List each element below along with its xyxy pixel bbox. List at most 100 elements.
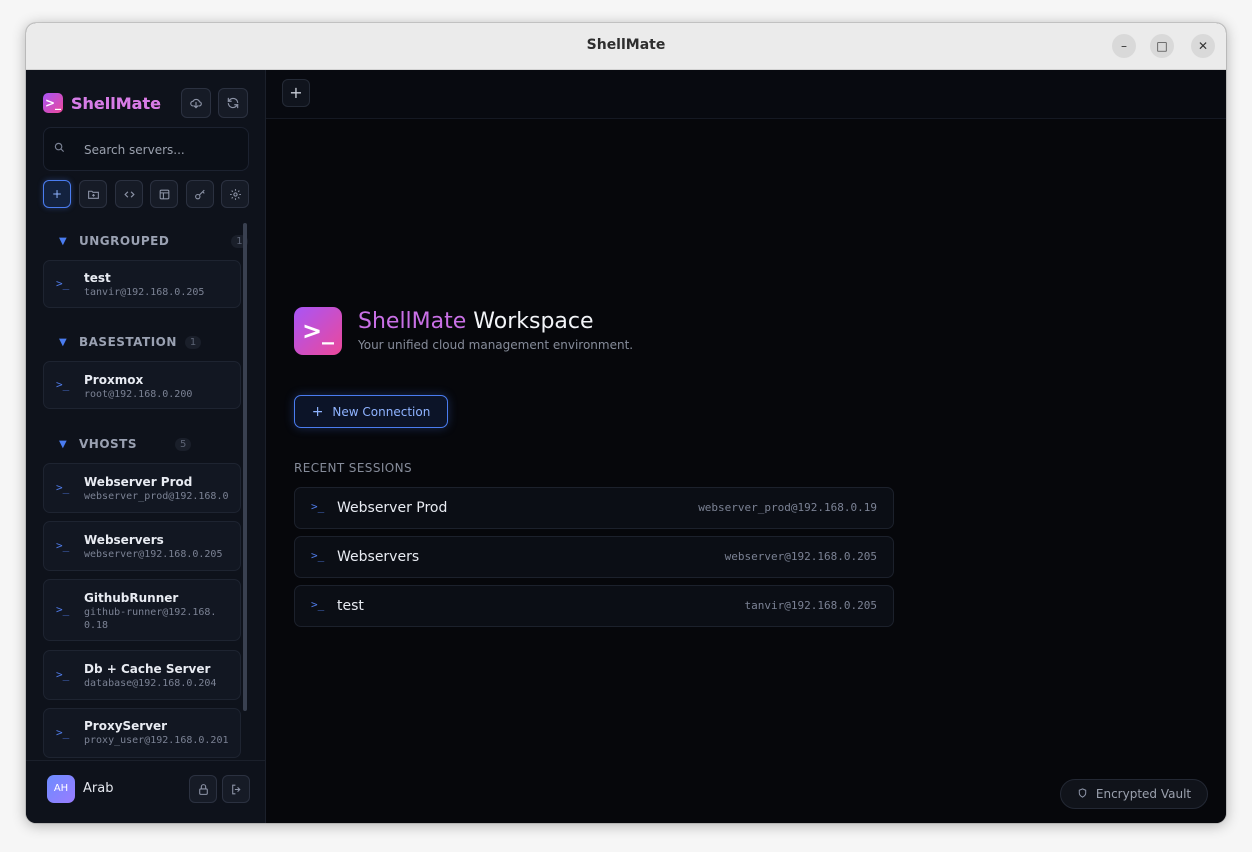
terminal-icon: >_ [56,539,70,552]
server-host: root@192.168.0.200 [84,389,193,400]
server-item-proxyserver[interactable]: >_ ProxyServer proxy_user@192.168.0.201 [43,708,241,758]
app-window: ShellMate – □ ✕ >_ ShellMate + [26,23,1226,823]
server-item-db-cache[interactable]: >_ Db + Cache Server database@192.168.0.… [43,650,241,700]
session-name: Webserver Prod [337,500,448,516]
workspace-title-brand: ShellMate [358,309,467,334]
server-host: tanvir@192.168.0.205 [84,287,205,298]
server-item-githubrunner[interactable]: >_ GithubRunner github-runner@192.168.0.… [43,579,241,641]
search-input[interactable] [82,139,236,161]
group-count-badge: 1 [184,335,202,349]
keys-button[interactable] [186,180,214,208]
minimize-button[interactable]: – [1112,34,1136,58]
server-name: ProxyServer [84,719,168,733]
group-header-basestation[interactable]: ▼ BASESTATION 1 [59,335,202,349]
terminal-icon: >_ [56,277,70,290]
new-connection-label: New Connection [332,404,431,419]
settings-button[interactable] [221,180,249,208]
terminal-icon: >_ [311,500,325,513]
encrypted-vault-badge[interactable]: Encrypted Vault [1060,779,1208,809]
caret-down-icon: ▼ [59,438,67,450]
server-host: proxy_user@192.168.0.201 [84,735,229,746]
server-item-proxmox[interactable]: >_ Proxmox root@192.168.0.200 [43,361,241,409]
workspace-title: ShellMate Workspace [358,309,594,334]
terminal-icon: >_ [311,549,325,562]
snippets-button[interactable] [115,180,143,208]
group-header-vhosts[interactable]: ▼ VHOSTS 5 [59,437,192,451]
shellmate-logo-icon: >_ [294,307,342,355]
server-list[interactable]: ▼ UNGROUPED 1 >_ test tanvir@192.168.0.2… [26,220,265,760]
window-title: ShellMate [586,37,666,53]
folder-plus-icon [87,190,99,199]
server-item-test[interactable]: >_ test tanvir@192.168.0.205 [43,260,241,308]
group-name: VHOSTS [79,437,138,451]
server-name: Db + Cache Server [84,662,211,676]
avatar[interactable]: AH [47,775,75,803]
server-name: GithubRunner [84,591,179,605]
search-box [43,127,249,171]
recent-session-item[interactable]: >_ Webservers webserver@192.168.0.205 [294,536,894,578]
new-connection-button[interactable]: + New Connection [294,395,448,428]
maximize-button[interactable]: □ [1150,34,1174,58]
server-item-webservers[interactable]: >_ Webservers webserver@192.168.0.205 [43,521,241,571]
lock-icon [198,783,208,795]
group-name: UNGROUPED [79,234,170,248]
search-icon [54,142,65,156]
cloud-sync-button[interactable] [181,88,211,118]
server-host: database@192.168.0.204 [84,678,217,689]
refresh-icon [227,97,239,109]
logout-button[interactable] [222,775,250,803]
cloud-download-icon [190,98,202,109]
server-name: Webservers [84,533,164,547]
lock-button[interactable] [189,775,217,803]
session-host: webserver@192.168.0.205 [724,550,877,563]
session-name: test [337,598,364,614]
logout-icon [231,784,241,794]
terminal-icon: >_ [56,378,70,391]
server-name: test [84,271,111,285]
terminal-icon: >_ [56,603,70,616]
shield-icon [1077,787,1088,802]
gear-icon [229,189,241,200]
key-icon [194,189,205,200]
shellmate-logo-icon: >_ [43,93,63,113]
group-header-ungrouped[interactable]: ▼ UNGROUPED 1 [59,234,248,248]
add-server-button[interactable]: + [43,180,71,208]
sidebar: >_ ShellMate + [26,70,266,823]
group-name: BASESTATION [79,335,177,349]
server-host: webserver@192.168.0.205 [84,549,223,560]
close-button[interactable]: ✕ [1191,34,1215,58]
terminal-icon: >_ [311,598,325,611]
main-area: + >_ ShellMate Workspace Your unified cl… [266,70,1226,823]
server-host: github-runner@192.168.0.18 [84,607,217,631]
user-name: Arab [83,781,114,796]
session-host: webserver_prod@192.168.0.19 [698,501,877,514]
brand-name: ShellMate [71,93,161,113]
add-folder-button[interactable] [79,180,107,208]
workspace-subtitle: Your unified cloud management environmen… [358,338,634,352]
tab-bar: + [266,70,1226,119]
refresh-button[interactable] [218,88,248,118]
recent-session-item[interactable]: >_ Webserver Prod webserver_prod@192.168… [294,487,894,529]
caret-down-icon: ▼ [59,235,67,247]
server-name: Proxmox [84,373,144,387]
vault-label: Encrypted Vault [1095,787,1192,801]
server-item-webserver-prod[interactable]: >_ Webserver Prod webserver_prod@192.168… [43,463,241,513]
recent-sessions-heading: RECENT SESSIONS [294,461,413,475]
session-name: Webservers [337,549,420,565]
server-host: webserver_prod@192.168.0 [84,491,229,502]
workspace-title-rest: Workspace [466,309,594,334]
brand: >_ ShellMate [43,93,161,113]
terminal-icon: >_ [56,726,70,739]
terminal-icon: >_ [56,481,70,494]
layout-icon [159,189,169,200]
title-bar[interactable]: ShellMate – □ ✕ [26,23,1226,70]
caret-down-icon: ▼ [59,336,67,348]
group-count-badge: 5 [175,437,192,451]
server-name: Webserver Prod [84,475,193,489]
new-tab-button[interactable]: + [282,79,310,107]
session-host: tanvir@192.168.0.205 [744,599,877,612]
code-icon [123,191,135,198]
recent-session-item[interactable]: >_ test tanvir@192.168.0.205 [294,585,894,627]
layout-button[interactable] [150,180,178,208]
sidebar-scrollbar[interactable] [243,223,247,711]
